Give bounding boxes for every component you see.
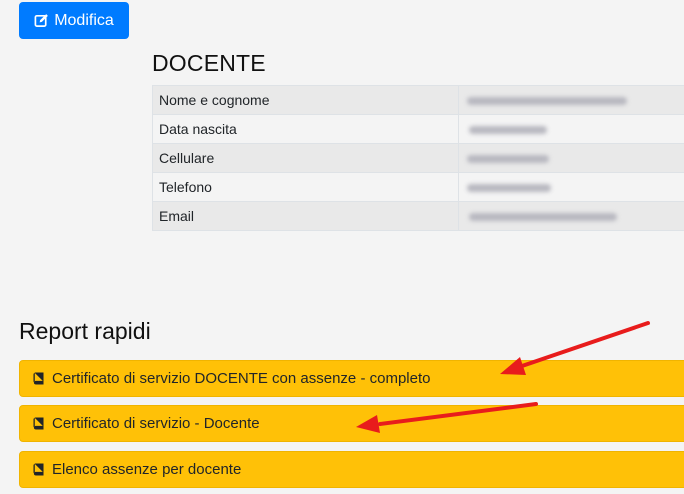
book-icon <box>32 372 45 385</box>
redacted-value <box>467 184 551 193</box>
report-button-label: Certificato di servizio DOCENTE con asse… <box>52 370 431 387</box>
book-icon <box>32 417 45 430</box>
table-row: Data nascita <box>152 114 684 144</box>
field-value-phone <box>458 172 684 202</box>
field-label-phone: Telefono <box>152 172 459 202</box>
edit-button-label: Modifica <box>54 11 114 29</box>
field-label-email: Email <box>152 201 459 231</box>
reports-section-title: Report rapidi <box>19 318 151 344</box>
table-row: Nome e cognome <box>152 85 684 115</box>
edit-icon <box>34 13 49 28</box>
redacted-value <box>469 213 617 222</box>
book-icon <box>32 463 45 476</box>
report-button-service-certificate[interactable]: Certificato di servizio - Docente <box>19 405 684 442</box>
redacted-value <box>467 97 627 106</box>
field-value-birthdate <box>458 114 684 144</box>
table-row: Telefono <box>152 172 684 202</box>
report-button-absence-list[interactable]: Elenco assenze per docente <box>19 451 684 488</box>
redacted-value <box>467 155 549 164</box>
field-value-email <box>458 201 684 231</box>
redacted-value <box>469 126 547 135</box>
teacher-info-table: Nome e cognome Data nascita Cellulare Te… <box>152 85 684 231</box>
report-button-label: Certificato di servizio - Docente <box>52 415 260 432</box>
field-value-mobile <box>458 143 684 173</box>
field-label-mobile: Cellulare <box>152 143 459 173</box>
field-value-name <box>458 85 684 115</box>
table-row: Email <box>152 201 684 231</box>
edit-button[interactable]: Modifica <box>19 2 129 39</box>
teacher-section-title: DOCENTE <box>152 50 266 76</box>
report-button-label: Elenco assenze per docente <box>52 461 242 478</box>
table-row: Cellulare <box>152 143 684 173</box>
report-button-service-certificate-full[interactable]: Certificato di servizio DOCENTE con asse… <box>19 360 684 397</box>
field-label-birthdate: Data nascita <box>152 114 459 144</box>
field-label-name: Nome e cognome <box>152 85 459 115</box>
